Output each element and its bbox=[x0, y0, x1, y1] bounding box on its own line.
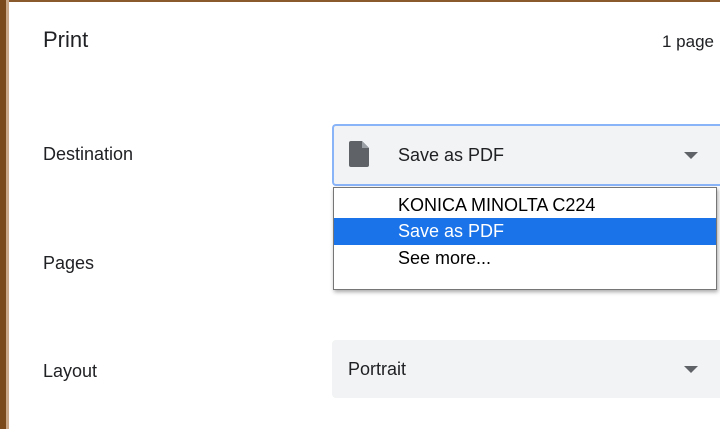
chevron-down-icon bbox=[684, 152, 698, 159]
pages-label: Pages bbox=[43, 253, 95, 273]
destination-dropdown-list: KONICA MINOLTA C224 Save as PDF See more… bbox=[333, 187, 717, 290]
print-dialog: Print 1 page Destination Save as PDF Pag… bbox=[0, 0, 720, 429]
dropdown-option-konica-minolta[interactable]: KONICA MINOLTA C224 bbox=[334, 192, 716, 218]
dropdown-option-see-more[interactable]: See more... bbox=[334, 245, 716, 271]
layout-label: Layout bbox=[43, 361, 98, 381]
destination-label: Destination bbox=[43, 144, 134, 164]
dropdown-option-label: KONICA MINOLTA C224 bbox=[398, 195, 596, 215]
layout-select[interactable]: Portrait bbox=[332, 340, 720, 398]
document-icon bbox=[349, 141, 369, 167]
layout-value: Portrait bbox=[348, 359, 407, 379]
page-count: 1 page bbox=[662, 32, 714, 51]
window-left-border-inner bbox=[6, 0, 9, 429]
dropdown-option-label: Save as PDF bbox=[398, 221, 505, 241]
window-top-border bbox=[0, 0, 720, 2]
dialog-title: Print bbox=[43, 27, 89, 52]
dropdown-option-label: See more... bbox=[398, 248, 492, 268]
destination-value: Save as PDF bbox=[398, 145, 505, 165]
destination-select[interactable]: Save as PDF bbox=[332, 124, 720, 186]
dropdown-option-save-as-pdf[interactable]: Save as PDF bbox=[334, 218, 716, 245]
chevron-down-icon bbox=[684, 366, 698, 373]
